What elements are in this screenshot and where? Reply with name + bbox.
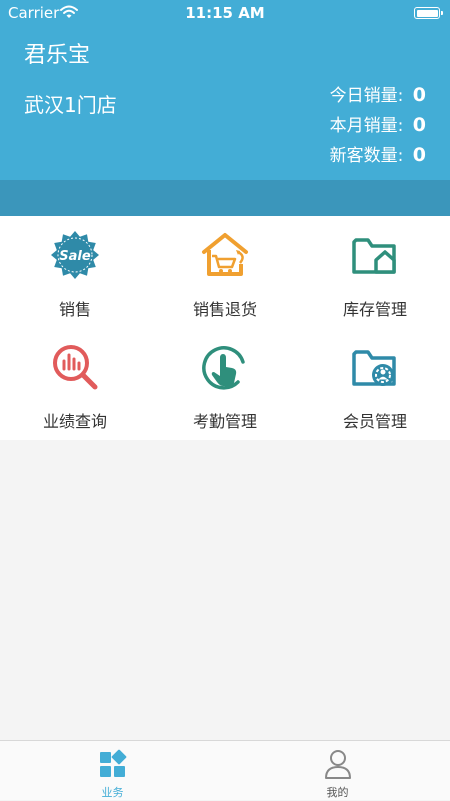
svg-text:Sale: Sale bbox=[59, 249, 91, 264]
menu-item-label: 销售 bbox=[58, 300, 91, 319]
stat-label: 新客数量: bbox=[329, 146, 404, 166]
tab-label: 我的 bbox=[326, 786, 349, 799]
menu-item-label: 会员管理 bbox=[342, 412, 407, 431]
return-cart-icon bbox=[202, 233, 248, 276]
status-time: 11:15 AM bbox=[185, 4, 265, 22]
folder-gear-icon bbox=[352, 350, 396, 386]
stat-new-customers: 新客数量: 0 bbox=[330, 140, 426, 170]
search-chart-icon bbox=[53, 345, 98, 390]
sale-badge-icon: Sale bbox=[51, 231, 99, 279]
menu-item-performance[interactable]: 业绩查询 bbox=[0, 328, 150, 440]
folder-house-icon bbox=[352, 238, 396, 274]
tab-bar: 业务 我的 bbox=[0, 740, 450, 800]
tab-label: 业务 bbox=[101, 786, 124, 799]
stat-label: 本月销量: bbox=[329, 116, 404, 136]
tab-mine[interactable]: 我的 bbox=[225, 741, 450, 801]
stat-today-sales: 今日销量: 0 bbox=[330, 80, 426, 110]
menu-item-attendance[interactable]: 考勤管理 bbox=[150, 328, 300, 440]
grid-icon bbox=[100, 749, 127, 777]
stat-value: 0 bbox=[412, 144, 426, 166]
function-grid: Sale 销售 销售退货 库存管理 业绩查询 考勤管理 会员管理 bbox=[0, 216, 450, 440]
menu-item-sales[interactable]: Sale 销售 bbox=[0, 216, 150, 328]
tab-business[interactable]: 业务 bbox=[0, 741, 225, 801]
header-band bbox=[0, 180, 450, 216]
header: Carrier 11:15 AM 君乐宝 武汉1门店 今日销量: 0 本月销量:… bbox=[0, 0, 450, 180]
person-icon bbox=[325, 750, 351, 779]
stat-label: 今日销量: bbox=[329, 86, 404, 106]
app-name: 君乐宝 bbox=[24, 43, 91, 68]
stat-month-sales: 本月销量: 0 bbox=[330, 110, 426, 140]
menu-item-label: 库存管理 bbox=[342, 300, 407, 319]
menu-item-label: 业绩查询 bbox=[42, 412, 107, 431]
menu-item-label: 销售退货 bbox=[192, 300, 257, 319]
stat-value: 0 bbox=[412, 114, 426, 136]
stat-value: 0 bbox=[412, 84, 426, 106]
menu-item-sales-return[interactable]: 销售退货 bbox=[150, 216, 300, 328]
menu-item-label: 考勤管理 bbox=[192, 412, 257, 431]
menu-item-inventory[interactable]: 库存管理 bbox=[300, 216, 450, 328]
store-name[interactable]: 武汉1门店 bbox=[24, 89, 117, 118]
tap-hand-icon bbox=[202, 346, 245, 390]
battery-icon bbox=[414, 7, 443, 19]
sales-stats: 今日销量: 0 本月销量: 0 新客数量: 0 bbox=[330, 80, 426, 170]
status-bar: Carrier 11:15 AM bbox=[0, 0, 450, 28]
menu-item-members[interactable]: 会员管理 bbox=[300, 328, 450, 440]
